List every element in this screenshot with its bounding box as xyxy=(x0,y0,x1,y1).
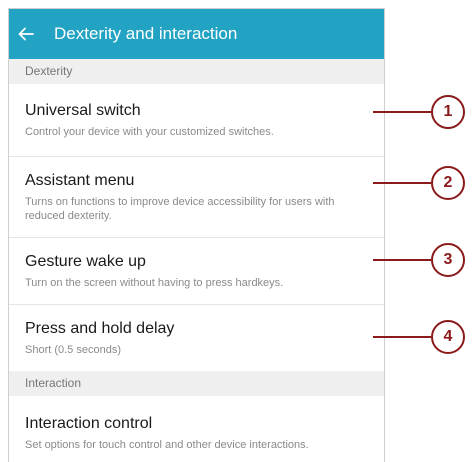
callout-4: 4 xyxy=(373,320,465,354)
list-item-universal-switch[interactable]: Universal switch Control your device wit… xyxy=(9,84,384,157)
callout-1: 1 xyxy=(373,95,465,129)
callout-line xyxy=(373,111,431,113)
item-description: Short (0.5 seconds) xyxy=(25,344,121,356)
arrow-left-icon[interactable] xyxy=(18,27,54,41)
item-description: Control your device with your customized… xyxy=(25,126,274,138)
callout-line xyxy=(373,259,431,261)
page-title: Dexterity and interaction xyxy=(54,24,238,43)
callout-line xyxy=(373,182,431,184)
item-description: Turn on the screen without having to pre… xyxy=(25,277,284,289)
list-item-assistant-menu[interactable]: Assistant menu Turns on functions to imp… xyxy=(9,157,384,238)
section-header-dexterity: Dexterity xyxy=(9,59,384,84)
app-bar: Dexterity and interaction xyxy=(9,9,384,59)
item-title: Assistant menu xyxy=(25,172,135,189)
callout-number: 1 xyxy=(431,95,465,129)
item-description: Set options for touch control and other … xyxy=(25,439,309,451)
list-item-interaction-control[interactable]: Interaction control Set options for touc… xyxy=(9,396,384,462)
item-title: Universal switch xyxy=(25,102,141,119)
callout-number: 2 xyxy=(431,166,465,200)
section-header-interaction: Interaction xyxy=(9,371,384,396)
callout-2: 2 xyxy=(373,166,465,200)
item-title: Gesture wake up xyxy=(25,253,146,270)
list-item-gesture-wake-up[interactable]: Gesture wake up Turn on the screen witho… xyxy=(9,238,384,305)
item-title: Press and hold delay xyxy=(25,320,175,337)
phone-screen: Dexterity and interaction Dexterity Univ… xyxy=(8,8,385,462)
callout-number: 3 xyxy=(431,243,465,277)
callout-number: 4 xyxy=(431,320,465,354)
callout-line xyxy=(373,336,431,338)
item-description: Turns on functions to improve device acc… xyxy=(25,196,335,222)
callout-3: 3 xyxy=(373,243,465,277)
item-title: Interaction control xyxy=(25,415,153,432)
list-item-press-and-hold-delay[interactable]: Press and hold delay Short (0.5 seconds) xyxy=(9,305,384,371)
